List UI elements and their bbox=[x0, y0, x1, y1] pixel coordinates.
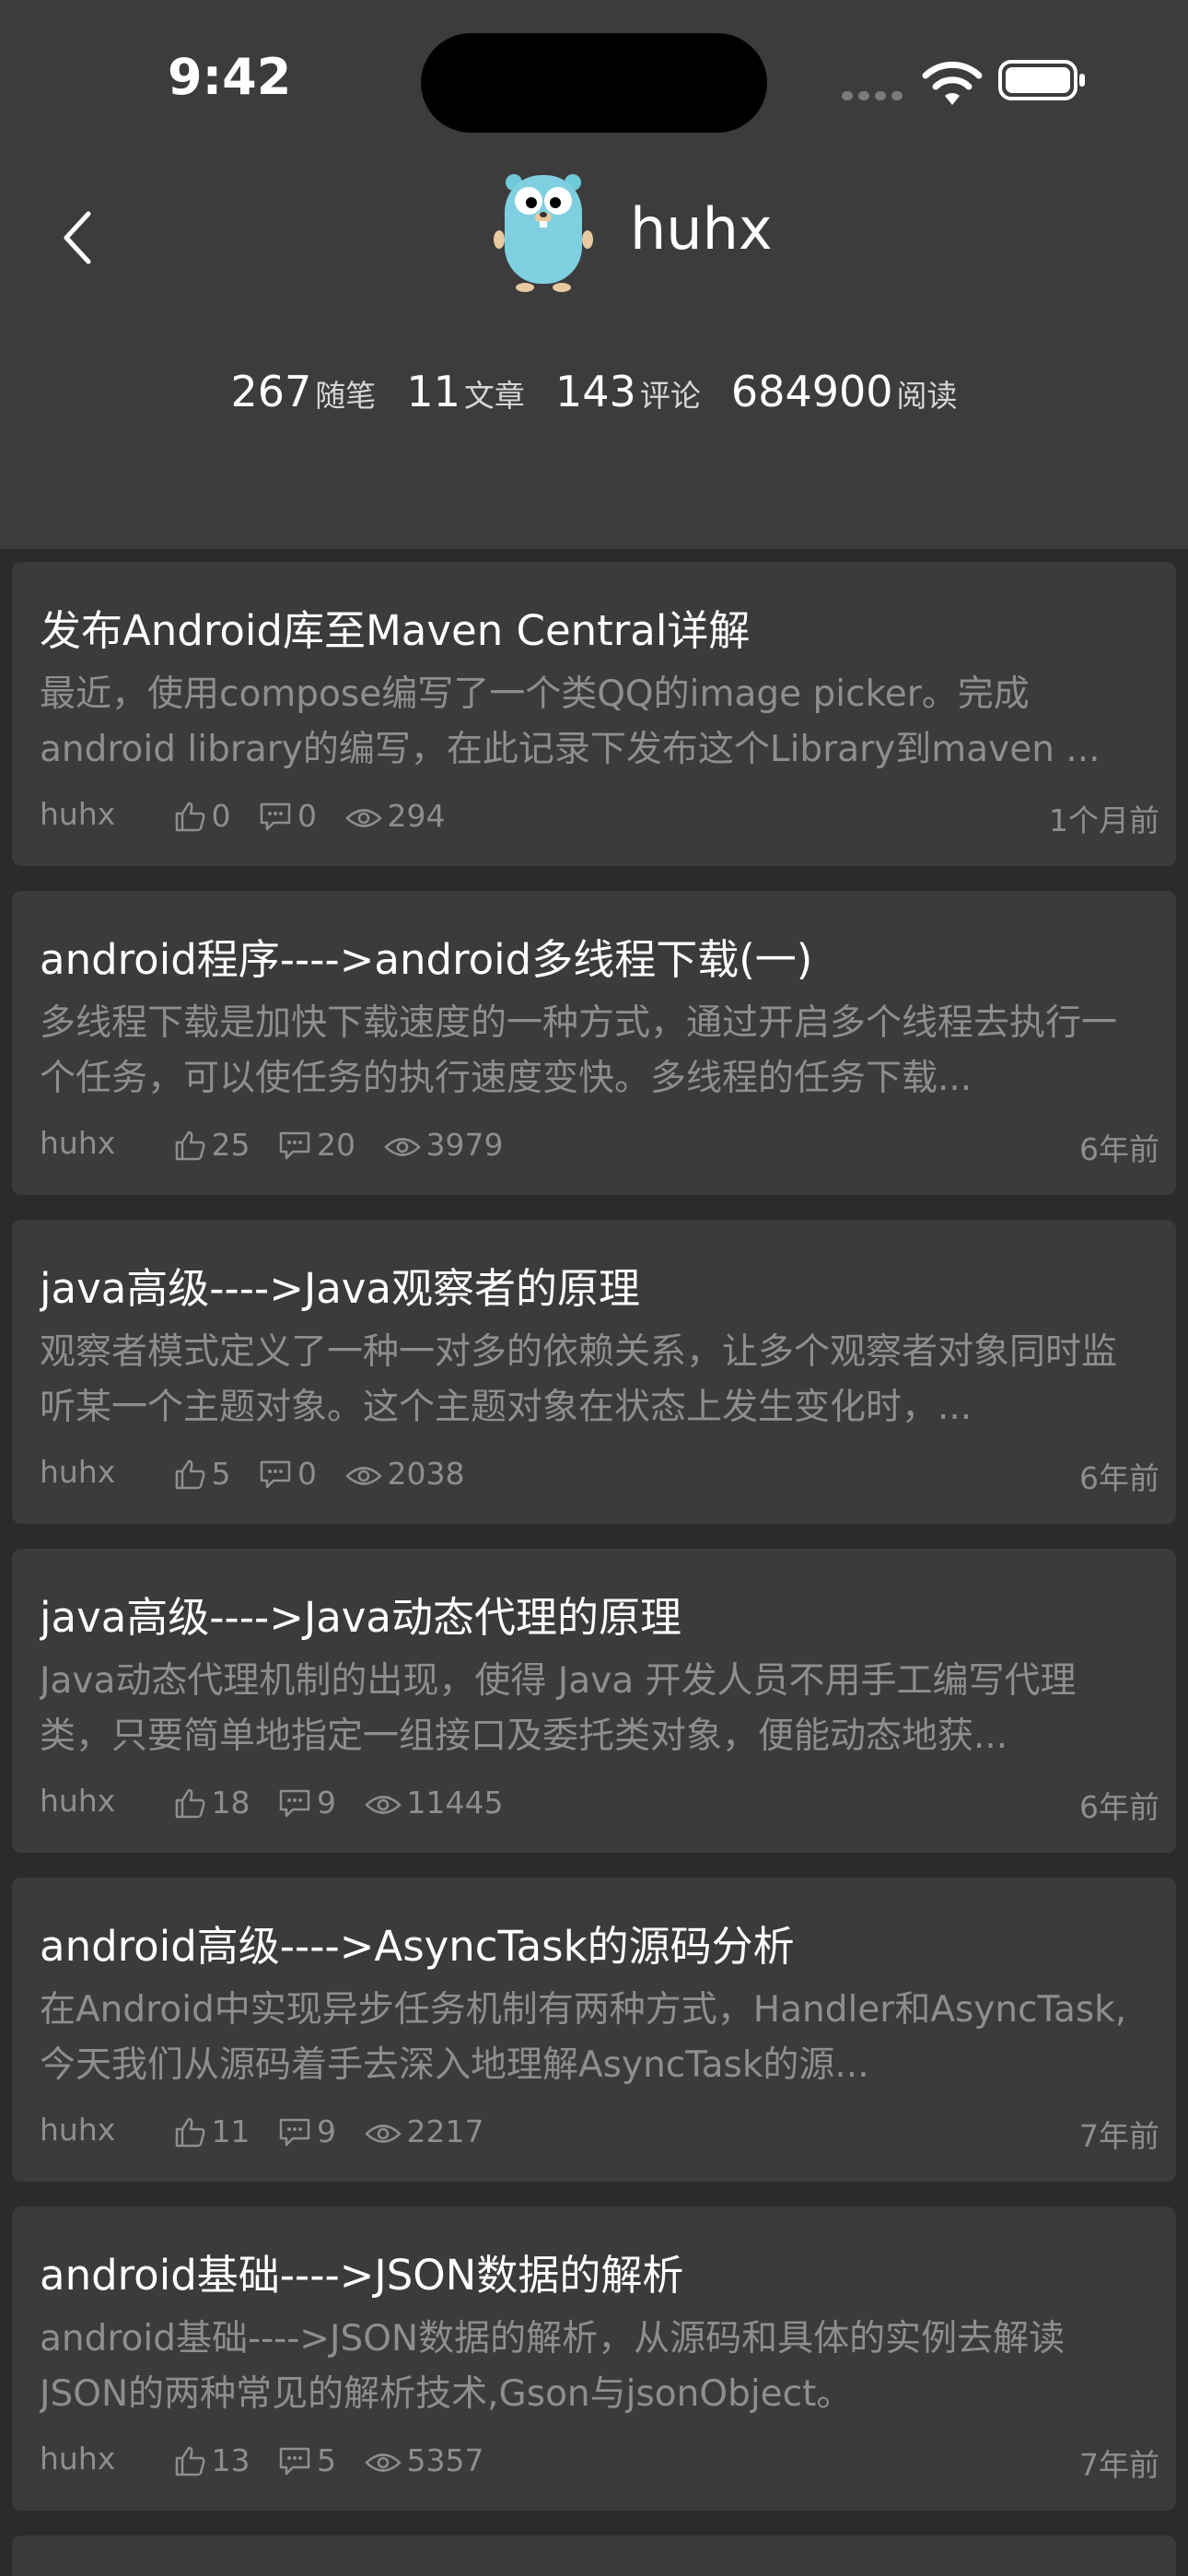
view-count: 2217 bbox=[406, 2113, 484, 2149]
post-meta: huhx 13 5 5357 7年前 bbox=[40, 2441, 1159, 2483]
post-card[interactable]: java高级---->Java动态代理的原理 Java动态代理机制的出现，使得 … bbox=[12, 1549, 1176, 1853]
thumbs-up-icon bbox=[175, 1130, 204, 1161]
post-title[interactable]: android高级---->AsyncTask的源码分析 bbox=[40, 1913, 1145, 1973]
back-chevron-icon[interactable] bbox=[59, 208, 96, 267]
post-meta: huhx 5 0 2038 6年前 bbox=[40, 1454, 1159, 1496]
post-title[interactable]: android程序---->android多线程下载(一) bbox=[40, 926, 1145, 986]
comment-count: 9 bbox=[317, 2113, 336, 2149]
thumbs-up-icon bbox=[175, 2117, 204, 2148]
post-author: huhx bbox=[40, 2112, 116, 2148]
comment-icon bbox=[260, 802, 291, 831]
post-time: 6年前 bbox=[1079, 1131, 1159, 1167]
post-summary: 多线程下载是加快下载速度的一种方式，通过开启多个线程去执行一个任务，可以使任务的… bbox=[40, 1002, 1118, 1099]
post-summary: 在Android中实现异步任务机制有两种方式，Handler和AsyncTask… bbox=[40, 1989, 1127, 2086]
view-count: 294 bbox=[387, 798, 446, 834]
post-meta: huhx 25 20 3979 6年前 bbox=[40, 1125, 1159, 1167]
post-time: 7年前 bbox=[1079, 2118, 1159, 2154]
post-card[interactable]: 发布Android库至Maven Central详解 最近，使用compose编… bbox=[12, 562, 1176, 866]
comment-icon bbox=[279, 2118, 310, 2147]
post-title[interactable]: java高级---->Java观察者的原理 bbox=[40, 1255, 1145, 1315]
eye-icon bbox=[383, 1138, 421, 1156]
like-count: 13 bbox=[211, 2442, 250, 2478]
post-meta: huhx 18 9 11445 6年前 bbox=[40, 1783, 1159, 1825]
stat-posts: 267 随笔 bbox=[230, 367, 377, 416]
post-author: huhx bbox=[40, 1125, 116, 1161]
profile-stats: 267 随笔 11 文章 143 评论 684900 阅读 bbox=[0, 367, 1188, 416]
post-summary: Java动态代理机制的出现，使得 Java 开发人员不用手工编写代理类，只要简单… bbox=[40, 1660, 1077, 1757]
eye-icon bbox=[344, 809, 382, 827]
thumbs-up-icon bbox=[175, 802, 204, 832]
profile-header: 9:42 huhx 267 随笔 11 文章 143 评论 684900 阅读 bbox=[0, 0, 1188, 549]
view-count: 2038 bbox=[387, 1456, 465, 1492]
comment-icon bbox=[279, 1131, 310, 1160]
post-time: 6年前 bbox=[1079, 1789, 1159, 1825]
view-count: 3979 bbox=[425, 1127, 504, 1163]
comment-count: 9 bbox=[317, 1785, 336, 1821]
post-author: huhx bbox=[40, 1454, 116, 1490]
post-card[interactable]: android基础---->JSON数据的解析 android基础---->JS… bbox=[12, 2207, 1176, 2511]
thumbs-up-icon bbox=[175, 2446, 204, 2476]
comment-count: 0 bbox=[297, 798, 317, 834]
post-author: huhx bbox=[40, 1783, 116, 1819]
stat-comments: 143 评论 bbox=[555, 367, 701, 416]
post-time: 1个月前 bbox=[1049, 802, 1159, 838]
comment-icon bbox=[279, 1789, 310, 1818]
like-count: 18 bbox=[211, 1785, 250, 1821]
post-meta: huhx 11 9 2217 7年前 bbox=[40, 2112, 1159, 2154]
status-time: 9:42 bbox=[168, 48, 292, 106]
eye-icon bbox=[364, 2453, 402, 2472]
like-count: 0 bbox=[211, 798, 231, 834]
post-author: huhx bbox=[40, 796, 116, 832]
like-count: 5 bbox=[211, 1456, 231, 1492]
comment-count: 5 bbox=[317, 2442, 336, 2478]
view-count: 5357 bbox=[406, 2442, 484, 2478]
cellular-signal-icon bbox=[842, 87, 908, 104]
dynamic-island bbox=[421, 33, 767, 133]
post-title[interactable]: android基础---->JSON数据的解析 bbox=[40, 2242, 1145, 2301]
post-summary: android基础---->JSON数据的解析，从源码和具体的实例去解读JSON… bbox=[40, 2318, 1066, 2415]
post-time: 7年前 bbox=[1079, 2447, 1159, 2483]
stat-articles: 11 文章 bbox=[406, 367, 525, 416]
thumbs-up-icon bbox=[175, 1459, 204, 1490]
like-count: 11 bbox=[211, 2113, 250, 2149]
avatar[interactable] bbox=[488, 166, 599, 295]
post-time: 6年前 bbox=[1079, 1460, 1159, 1496]
comment-count: 20 bbox=[317, 1127, 355, 1163]
comment-icon bbox=[260, 1460, 291, 1489]
post-card[interactable]: java高级---->Java观察者的原理 观察者模式定义了一种一对多的依赖关系… bbox=[12, 1220, 1176, 1524]
post-author: huhx bbox=[40, 2441, 116, 2476]
eye-icon bbox=[364, 1796, 402, 1814]
wifi-icon bbox=[922, 61, 983, 105]
profile-username: huhx bbox=[630, 195, 773, 263]
post-title[interactable]: 发布Android库至Maven Central详解 bbox=[40, 597, 1145, 657]
post-card[interactable]: android程序---->android多线程下载(一) 多线程下载是加快下载… bbox=[12, 891, 1176, 1195]
comment-icon bbox=[279, 2447, 310, 2476]
post-meta: huhx 0 0 294 1个月前 bbox=[40, 796, 1159, 838]
eye-icon bbox=[364, 2125, 402, 2143]
like-count: 25 bbox=[211, 1127, 250, 1163]
post-card-partial[interactable] bbox=[12, 2535, 1176, 2576]
eye-icon bbox=[344, 1467, 382, 1485]
stat-reads: 684900 阅读 bbox=[730, 367, 958, 416]
post-summary: 最近，使用compose编写了一个类QQ的image picker。完成andr… bbox=[40, 673, 1101, 770]
thumbs-up-icon bbox=[175, 1788, 204, 1819]
post-title[interactable]: java高级---->Java动态代理的原理 bbox=[40, 1584, 1145, 1644]
post-card[interactable]: android高级---->AsyncTask的源码分析 在Android中实现… bbox=[12, 1878, 1176, 2182]
post-summary: 观察者模式定义了一种一对多的依赖关系，让多个观察者对象同时监听某一个主题对象。这… bbox=[40, 1331, 1118, 1428]
comment-count: 0 bbox=[297, 1456, 317, 1492]
battery-icon bbox=[998, 60, 1085, 100]
view-count: 11445 bbox=[406, 1785, 504, 1821]
